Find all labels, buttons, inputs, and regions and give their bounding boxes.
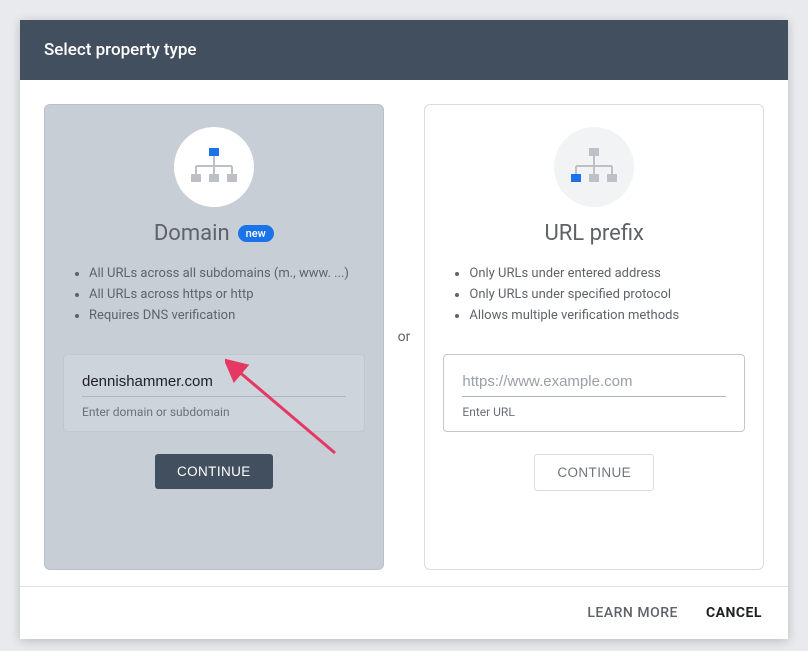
url-continue-button[interactable]: CONTINUE (534, 454, 654, 491)
property-type-modal: Select property type Domain (20, 20, 788, 639)
list-item: Allows multiple verification methods (469, 306, 745, 327)
url-input[interactable] (462, 369, 726, 397)
domain-card-title: Domain (154, 221, 230, 246)
url-input-hint: Enter URL (462, 405, 726, 419)
url-prefix-card[interactable]: URL prefix Only URLs under entered addre… (424, 104, 764, 570)
new-badge: new (238, 225, 274, 242)
list-item: Only URLs under specified protocol (469, 285, 745, 306)
domain-title-row: Domain new (154, 221, 274, 246)
sitemap-icon (188, 146, 240, 188)
sitemap-icon (568, 146, 620, 188)
url-bullets: Only URLs under entered address Only URL… (443, 264, 745, 326)
domain-input-box: Enter domain or subdomain (63, 354, 365, 432)
modal-title: Select property type (44, 40, 197, 60)
domain-input-hint: Enter domain or subdomain (82, 405, 346, 419)
domain-bullets: All URLs across all subdomains (m., www.… (63, 264, 365, 326)
cancel-button[interactable]: CANCEL (706, 605, 762, 621)
domain-input[interactable] (82, 369, 346, 397)
modal-header: Select property type (20, 20, 788, 80)
url-card-title: URL prefix (544, 221, 644, 246)
url-icon-circle (554, 127, 634, 207)
domain-continue-button[interactable]: CONTINUE (155, 454, 273, 489)
domain-card[interactable]: Domain new All URLs across all subdomain… (44, 104, 384, 570)
list-item: Requires DNS verification (89, 306, 365, 327)
learn-more-button[interactable]: LEARN MORE (587, 605, 678, 621)
modal-footer: LEARN MORE CANCEL (20, 586, 788, 639)
list-item: All URLs across all subdomains (m., www.… (89, 264, 365, 285)
list-item: Only URLs under entered address (469, 264, 745, 285)
modal-body: Domain new All URLs across all subdomain… (20, 80, 788, 586)
url-title-row: URL prefix (544, 221, 644, 246)
or-separator: or (398, 329, 411, 345)
domain-icon-circle (174, 127, 254, 207)
list-item: All URLs across https or http (89, 285, 365, 306)
url-input-box: Enter URL (443, 354, 745, 432)
